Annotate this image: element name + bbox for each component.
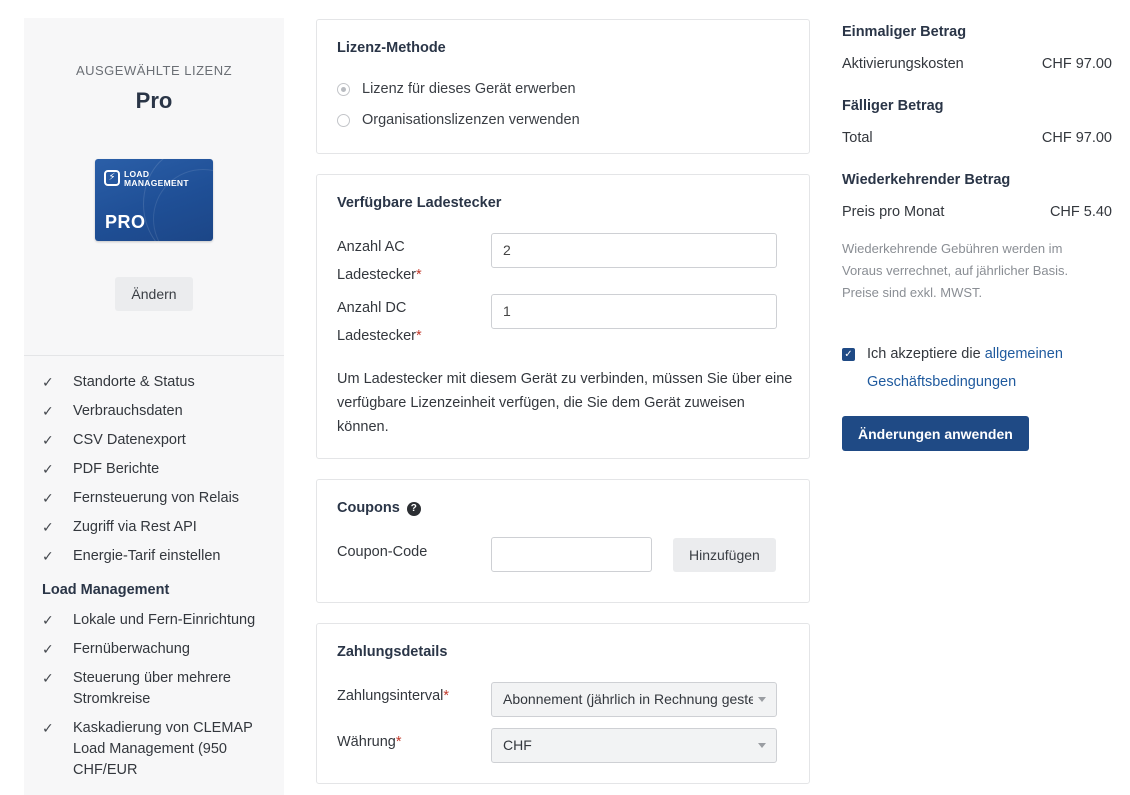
- plan-name: Pro: [135, 88, 173, 113]
- terms-accept[interactable]: ✓ Ich akzeptiere die allgemeinen Geschäf…: [842, 340, 1112, 396]
- license-method-title: Lizenz-Methode: [337, 40, 446, 56]
- list-item: ✓ Standorte & Status: [42, 372, 266, 393]
- license-sidebar: AUSGEWÄHLTE LIZENZ Pro ⚡ LOAD MANAGEMENT…: [24, 18, 284, 795]
- interval-select[interactable]: Abonnement (jährlich in Rechnung gestell…: [491, 682, 777, 717]
- ac-connectors-input[interactable]: 2: [491, 233, 777, 268]
- chevron-down-icon: [758, 697, 766, 702]
- feature-list: ✓ Standorte & Status ✓ Verbrauchsdaten ✓ CS…: [24, 356, 284, 781]
- connectors-title: Verfügbare Ladestecker: [337, 195, 502, 211]
- radio-device-license[interactable]: Lizenz für dieses Gerät erwerben: [337, 81, 789, 97]
- check-icon: ✓: [42, 461, 54, 477]
- list-item: ✓ Fernüberwachung: [42, 639, 266, 660]
- chevron-down-icon: [758, 743, 766, 748]
- one-time-title: Einmaliger Betrag: [842, 24, 967, 40]
- list-item: ✓ Energie-Tarif einstellen: [42, 546, 266, 567]
- list-item: ✓ Lokale und Fern-Einrichtung: [42, 610, 266, 631]
- coupons-title: Coupons?: [337, 500, 789, 516]
- list-item: ✓ Kaskadierung von CLEMAP Load Management…: [42, 720, 253, 778]
- check-icon: ✓: [42, 720, 54, 736]
- radio-organization-license[interactable]: Organisationslizenzen verwenden: [337, 112, 789, 128]
- activation-row: Aktivierungskosten CHF 97.00: [842, 56, 1112, 72]
- recurring-note: Wiederkehrende Gebühren werden im Voraus…: [842, 241, 1069, 300]
- selected-license-label: AUSGEWÄHLTE LIZENZ: [75, 63, 233, 78]
- list-item: ✓ PDF Berichte: [42, 459, 266, 480]
- dc-connectors-input[interactable]: 1: [491, 294, 777, 329]
- check-icon: ✓: [42, 519, 54, 535]
- help-icon[interactable]: ?: [406, 502, 421, 516]
- card-tier: PRO: [105, 212, 146, 232]
- payment-title: Zahlungsdetails: [337, 644, 448, 660]
- currency-select[interactable]: CHF: [491, 728, 777, 763]
- list-item: ✓ Verbrauchsdaten: [42, 401, 266, 422]
- ac-connectors-label: Anzahl AC Ladestecker*: [337, 239, 422, 283]
- change-license-button[interactable]: Ändern: [115, 277, 193, 311]
- apply-changes-button[interactable]: Änderungen anwenden: [842, 416, 1029, 451]
- card-brand: LOAD MANAGEMENT: [124, 169, 189, 188]
- monthly-row: Preis pro Monat CHF 5.40: [842, 204, 1112, 220]
- coupon-code-input[interactable]: [491, 537, 652, 572]
- license-header: AUSGEWÄHLTE LIZENZ Pro ⚡ LOAD MANAGEMENT…: [24, 18, 284, 356]
- check-icon: ✓: [42, 548, 54, 564]
- load-management-group-title: Load Management: [42, 582, 170, 598]
- list-item: ✓ Zugriff via Rest API: [42, 517, 266, 538]
- license-method-section: Lizenz-Methode Lizenz für dieses Gerät e…: [316, 19, 810, 154]
- dc-connectors-label: Anzahl DC Ladestecker*: [337, 300, 422, 344]
- radio-button[interactable]: [337, 113, 350, 127]
- list-item: ✓ Fernsteuerung von Relais: [42, 488, 266, 509]
- list-item: ✓ Steuerung über mehrere Stromkreise: [42, 670, 231, 707]
- check-icon: ✓: [42, 612, 54, 628]
- add-coupon-button[interactable]: Hinzufügen: [673, 538, 776, 572]
- check-icon: ✓: [42, 432, 54, 448]
- order-summary: Einmaliger Betrag Aktivierungskosten CHF…: [842, 24, 1112, 451]
- list-item: ✓ CSV Datenexport: [42, 430, 266, 451]
- total-row: Total CHF 97.00: [842, 130, 1112, 146]
- coupons-section: Coupons? Coupon-Code Hinzufügen: [316, 479, 810, 603]
- load-management-logo-icon: ⚡: [104, 170, 120, 186]
- license-card-image: ⚡ LOAD MANAGEMENT PRO: [95, 159, 213, 241]
- check-icon: ✓: [42, 374, 54, 390]
- interval-label: Zahlungsinterval*: [337, 688, 450, 704]
- connectors-note: Um Ladestecker mit diesem Gerät zu verbi…: [337, 371, 793, 435]
- check-icon: ✓: [42, 641, 54, 657]
- terms-checkbox[interactable]: ✓: [842, 348, 855, 361]
- radio-button[interactable]: [337, 82, 350, 96]
- recurring-title: Wiederkehrender Betrag: [842, 172, 1011, 188]
- due-title: Fälliger Betrag: [842, 98, 944, 114]
- coupon-code-label: Coupon-Code: [337, 544, 428, 560]
- check-icon: ✓: [42, 403, 54, 419]
- connectors-section: Verfügbare Ladestecker Anzahl AC Ladeste…: [316, 174, 810, 459]
- currency-label: Währung*: [337, 734, 402, 750]
- payment-section: Zahlungsdetails Zahlungsinterval* Abonne…: [316, 623, 810, 784]
- check-icon: ✓: [42, 490, 54, 506]
- check-icon: ✓: [42, 670, 54, 686]
